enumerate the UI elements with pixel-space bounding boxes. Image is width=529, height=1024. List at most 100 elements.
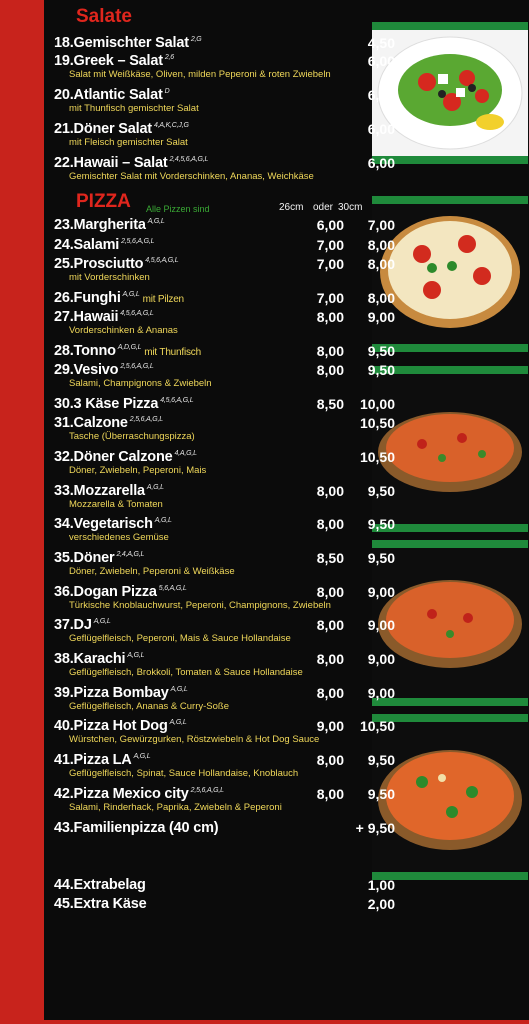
salad-price: 4,50 [367,35,395,51]
item-description: Vorderschinken & Ananas [69,325,178,336]
item-description: Salat mit Weißkäse, Oliven, milden Peper… [69,69,331,80]
item-description: Türkische Knoblauchwurst, Peperoni, Cham… [69,600,331,611]
pizza-title: 43.Familienpizza (40 cm) [54,820,219,836]
price-26cm: 8,00 [316,343,344,359]
price-30cm: 9,50 [367,550,395,566]
inline-description: mit Thunfisch [144,347,201,358]
allergen-code: A,G,L [122,291,140,299]
pizza-title: 37.DJ [54,617,92,633]
salad-name: 21.Döner Salat 4,A,K,C,J,G [54,121,364,137]
pizza-title: 33.Mozzarella [54,483,145,499]
allergen-code: 2,5,6,A,G,L [120,363,154,371]
pizza-title: 36.Dogan Pizza [54,584,157,600]
pizza-title: 24.Salami [54,237,120,253]
salad-title: 22.Hawaii – Salat [54,155,168,171]
salad-item: 20.Atlantic Salat Dmit Thunfisch gemischt… [54,87,364,114]
salad-title: 21.Döner Salat [54,121,152,137]
size-26: 26cm [279,202,304,213]
price-30cm: + 9,50 [355,820,395,836]
price-26cm: 8,00 [316,752,344,768]
salad-name: 18.Gemischter Salat 2,G [54,35,364,51]
item-description: verschiedenes Gemüse [69,532,169,543]
salad-photo [372,22,528,164]
allergen-code: A,D,G,L [117,344,142,352]
size-or: oder [313,202,334,213]
pizza-title: 34.Vegetarisch [54,516,153,532]
salad-title: 18.Gemischter Salat [54,35,189,51]
salad-price: 6,00 [367,53,395,69]
pizza-title: 27.Hawaii [54,309,119,325]
price-26cm: 8,00 [316,309,344,325]
price-30cm: 10,00 [359,396,395,412]
salad-name: 22.Hawaii – Salat 2,4,5,6,A,G,L [54,155,364,171]
price-26cm: 8,00 [316,516,344,532]
price-26cm: 7,00 [316,290,344,306]
pizza-photo-4 [372,714,528,880]
salad-title: 19.Greek – Salat [54,53,163,69]
pizza-item: 43.Familienpizza (40 cm) [54,820,364,836]
price-30cm: 9,00 [367,685,395,701]
price-30cm: 10,50 [359,718,395,734]
price-30cm: 9,50 [367,483,395,499]
pizza-heading: PIZZA [76,191,131,212]
salad-name: 20.Atlantic Salat D [54,87,364,103]
pizza-title: 29.Vesivo [54,362,119,378]
item-description: Geflügelfleisch, Peperoni, Mais & Sauce … [69,633,291,644]
allergen-code: 4,5,6,A,G,L [145,257,179,265]
pizza-name: 32.Döner Calzone 4,A,G,L [54,449,364,465]
salad-item: 21.Döner Salat 4,A,K,C,J,G mit Fleisch gem… [54,121,364,148]
allergen-code: 4,5,6,A,G,L [120,310,154,318]
allergen-code: D [164,88,170,96]
item-description: mit Vorderschinken [69,272,150,283]
price-30cm: 9,50 [367,362,395,378]
salate-heading: Salate [76,6,132,27]
price-30cm: 10,50 [359,449,395,465]
margherita-photo [372,196,528,352]
allergen-code: 2,5,6,A,G,L [190,787,224,795]
pizza-title: 42.Pizza Mexico city [54,786,189,802]
pizza-title: 28.Tonno [54,343,116,359]
price-26cm: 8,00 [316,362,344,378]
pizza-title: 30.3 Käse Pizza [54,396,159,412]
price-26cm: 8,00 [316,651,344,667]
price-26cm: 8,00 [316,685,344,701]
price-26cm: 8,50 [316,396,344,412]
allergen-code: 5,6,A,G,L [158,585,187,593]
price-30cm: 8,00 [367,237,395,253]
salad-price: 6,00 [367,155,395,171]
pizza-photo-3 [372,540,528,706]
allergen-code: 2,5,6,A,G,L [121,238,155,246]
price-26cm: 8,00 [316,617,344,633]
extra-item: 45.Extra Käse [54,896,364,912]
pizza-title: 32.Döner Calzone [54,449,173,465]
allergen-code: A,G,L [93,618,111,626]
allergen-code: 2,4,A,G,L [116,551,145,559]
allergen-code: 2,4,5,6,A,G,L [169,156,209,164]
salad-price: 6,00 [367,87,395,103]
allergen-code: A,G,L [170,686,188,694]
pizza-title: 35.Döner [54,550,115,566]
extra-price: 1,00 [367,877,395,893]
red-border [0,0,44,1024]
inline-description: mit Pilzen [142,294,185,305]
price-30cm: 9,50 [367,786,395,802]
item-description: Würstchen, Gewürzgurken, Röstzwiebeln & … [69,734,320,745]
allergen-code: 2,6 [164,54,174,62]
allergen-code: A,G,L [169,719,187,727]
price-30cm: 8,00 [367,290,395,306]
allergen-code: 2,5,6,A,G,L [129,416,163,424]
allergen-code: 4,5,6,A,G,L [160,397,194,405]
item-description: Salami, Champignons & Zwiebeln [69,378,212,389]
salad-item: 22.Hawaii – Salat 2,4,5,6,A,G,L Gemischter… [54,155,364,182]
pizza-photo-2 [372,366,528,532]
pizza-item: 31.Calzone 2,5,6,A,G,L Tasche (Überraschun… [54,415,364,442]
salad-price: 6,00 [367,121,395,137]
allergen-code: A,G,L [133,753,151,761]
pizza-title: 25.Prosciutto [54,256,144,272]
item-description: Salami, Rinderhack, Paprika, Zwiebeln & … [69,802,282,813]
pizza-name: 31.Calzone 2,5,6,A,G,L [54,415,364,431]
item-description: Geflügelfleisch, Spinat, Sauce Hollandai… [69,768,299,779]
item-description: Döner, Zwiebeln, Peperoni & Weißkäse [69,566,235,577]
size-30: 30cm [338,202,363,213]
allergen-code: A,G,L [147,218,165,226]
